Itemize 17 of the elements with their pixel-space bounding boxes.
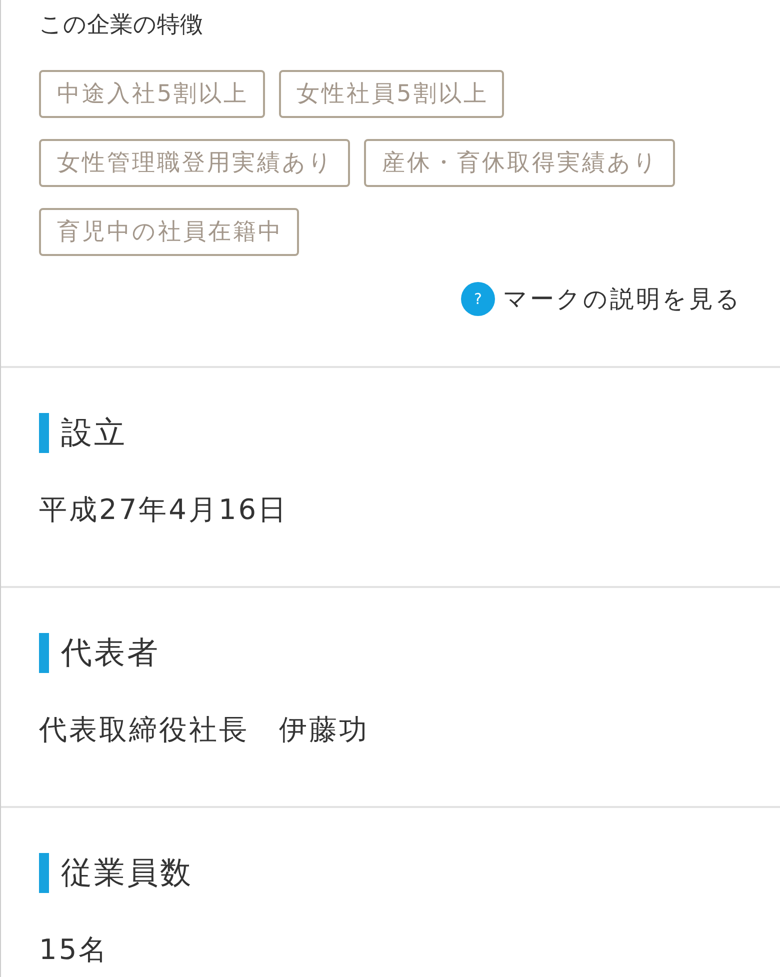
section-value: 代表取締役社長 伊藤功: [39, 712, 370, 748]
feature-tag: 産休・育休取得実績あり: [364, 139, 675, 187]
section-heading: 代表者: [61, 634, 160, 673]
feature-tag: 女性管理職登用実績あり: [39, 139, 350, 187]
section-value: 平成27年4月16日: [39, 492, 290, 528]
section-title: この企業の特徴: [39, 11, 204, 40]
heading-bar: [39, 413, 49, 453]
help-link[interactable]: ? マークの説明を見る: [461, 282, 742, 316]
heading-bar: [39, 853, 49, 893]
section-heading: 設立: [61, 414, 127, 453]
feature-tag: 中途入社5割以上: [39, 70, 265, 118]
heading-bar: [39, 633, 49, 673]
help-icon: ?: [461, 282, 495, 316]
feature-tag: 育児中の社員在籍中: [39, 208, 299, 256]
feature-tag: 女性社員5割以上: [278, 70, 504, 118]
section-value: 15名: [39, 932, 110, 968]
section-heading: 従業員数: [61, 854, 193, 893]
